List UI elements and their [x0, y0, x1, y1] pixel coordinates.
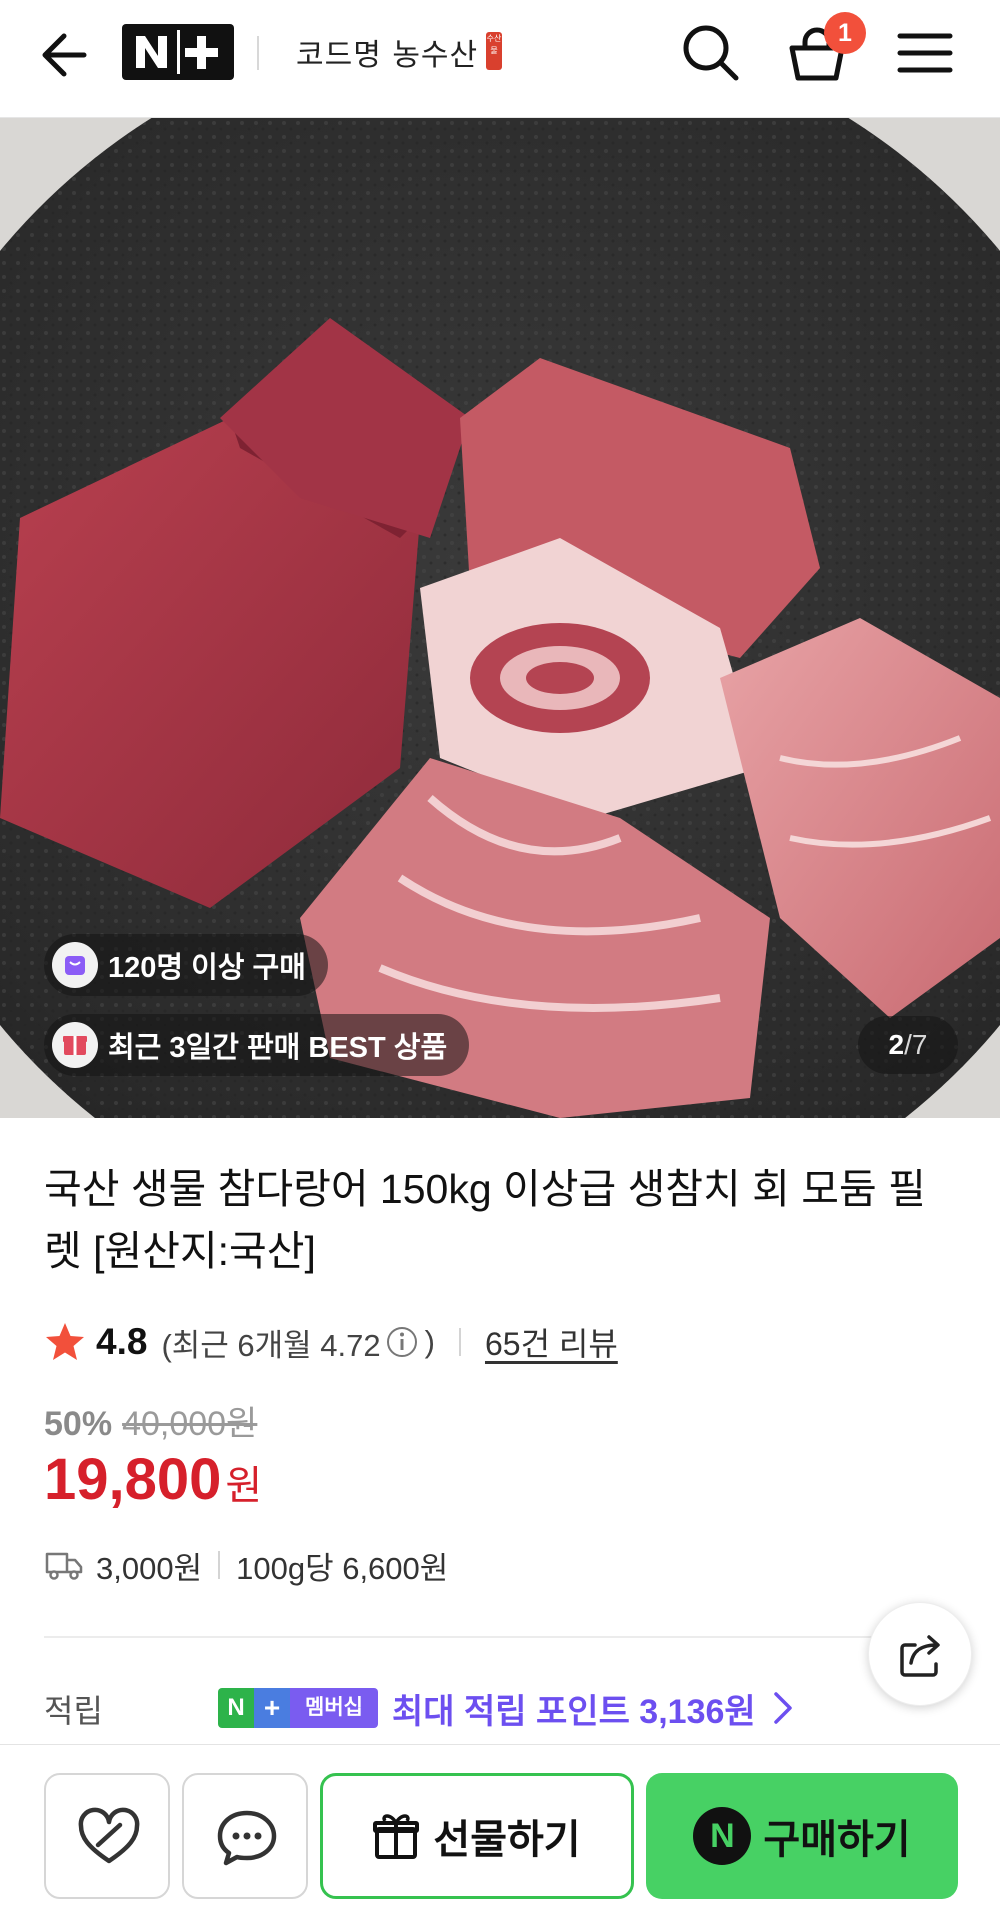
- chevron-right-icon[interactable]: [772, 1690, 794, 1726]
- header-divider: [257, 36, 259, 70]
- buy-button[interactable]: N 구매하기: [646, 1773, 958, 1899]
- rating-divider: [458, 1328, 461, 1356]
- store-seal: 수산물: [486, 32, 502, 70]
- badge-buyers-text: 120명 이상 구매: [108, 952, 306, 984]
- max-points-link[interactable]: 최대 적립 포인트 3,136원: [392, 1684, 756, 1733]
- talk-button[interactable]: [182, 1773, 308, 1899]
- discount-rate: 50%: [44, 1405, 113, 1443]
- shipping-fee: 3,000원: [96, 1550, 203, 1586]
- share-icon: [900, 1635, 940, 1677]
- price-unit: 원: [225, 1464, 263, 1508]
- back-arrow-icon: [42, 33, 87, 77]
- truck-icon: [45, 1552, 83, 1580]
- shipping-divider: [218, 1551, 221, 1579]
- membership-badge: N + 멤버십: [218, 1688, 378, 1728]
- recent-rating: (최근 6개월 4.72 ): [161, 1320, 435, 1365]
- search-icon: [683, 25, 739, 81]
- back-button[interactable]: [38, 28, 92, 82]
- badge-best-seller: 최근 3일간 판매 BEST 상품: [44, 1014, 470, 1076]
- shipping-row: 3,000원 100g당 6,600원: [44, 1538, 448, 1592]
- page-separator: /: [904, 1029, 912, 1060]
- rating-score: 4.8: [96, 1321, 148, 1362]
- gift-button[interactable]: 선물하기: [320, 1773, 634, 1899]
- review-count-link[interactable]: 65건 리뷰: [485, 1319, 618, 1365]
- section-divider: [44, 1636, 956, 1638]
- heart-icon: [78, 1807, 140, 1864]
- sale-price: 19,800: [44, 1447, 222, 1512]
- bottom-action-bar: 선물하기 N 구매하기: [0, 1744, 1000, 1908]
- membership-plus: +: [254, 1688, 290, 1728]
- star-icon: [46, 1323, 84, 1360]
- image-page-counter: 2/7: [858, 1016, 958, 1074]
- buy-button-label: 구매하기: [763, 1818, 911, 1862]
- discount-row: 50% 40,000원: [44, 1396, 257, 1445]
- naver-pay-n-icon: N: [693, 1807, 752, 1865]
- unit-price: 100g당 6,600원: [236, 1550, 449, 1586]
- recent-rating-close: ): [424, 1324, 435, 1359]
- gift-box-icon: [52, 1022, 98, 1068]
- chat-bubble-icon: [217, 1810, 277, 1866]
- total-pages: 7: [911, 1029, 928, 1060]
- nplus-logo-icon: [136, 30, 218, 74]
- recent-rating-text: (최근 6개월 4.72: [161, 1327, 381, 1363]
- store-name[interactable]: 코드명 농수산: [296, 30, 478, 74]
- product-image-gallery[interactable]: 120명 이상 구매 최근 3일간 판매 BEST 상품 2/7: [0, 118, 1000, 1118]
- membership-text: 멤버십: [290, 1688, 378, 1728]
- info-icon[interactable]: [385, 1325, 419, 1359]
- points-label: 적립: [44, 1693, 103, 1729]
- menu-icon: [897, 33, 953, 73]
- product-title: 국산 생물 참다랑어 150kg 이상급 생참치 회 모둠 필렛 [원산지:국산…: [44, 1166, 926, 1274]
- search-button[interactable]: [680, 22, 742, 84]
- badge-best-text: 최근 3일간 판매 BEST 상품: [108, 1032, 448, 1064]
- cart-count-badge: 1: [824, 12, 866, 54]
- current-page: 2: [888, 1029, 905, 1060]
- gift-icon: [373, 1814, 420, 1859]
- rating-row: 4.8 (최근 6개월 4.72 ) 65건 리뷰: [44, 1316, 618, 1368]
- top-header: 코드명 농수산 수산물 1: [0, 0, 1000, 118]
- menu-button[interactable]: [896, 28, 954, 78]
- original-price: 40,000원: [122, 1405, 258, 1443]
- membership-n: N: [218, 1688, 254, 1728]
- gift-button-label: 선물하기: [433, 1818, 581, 1862]
- share-button[interactable]: [868, 1602, 972, 1706]
- naver-plus-logo[interactable]: [122, 24, 234, 80]
- wishlist-button[interactable]: [44, 1773, 170, 1899]
- purchase-bag-icon: [52, 942, 98, 988]
- price-row: 19,800 원: [44, 1446, 262, 1513]
- badge-buyers: 120명 이상 구매: [44, 934, 328, 996]
